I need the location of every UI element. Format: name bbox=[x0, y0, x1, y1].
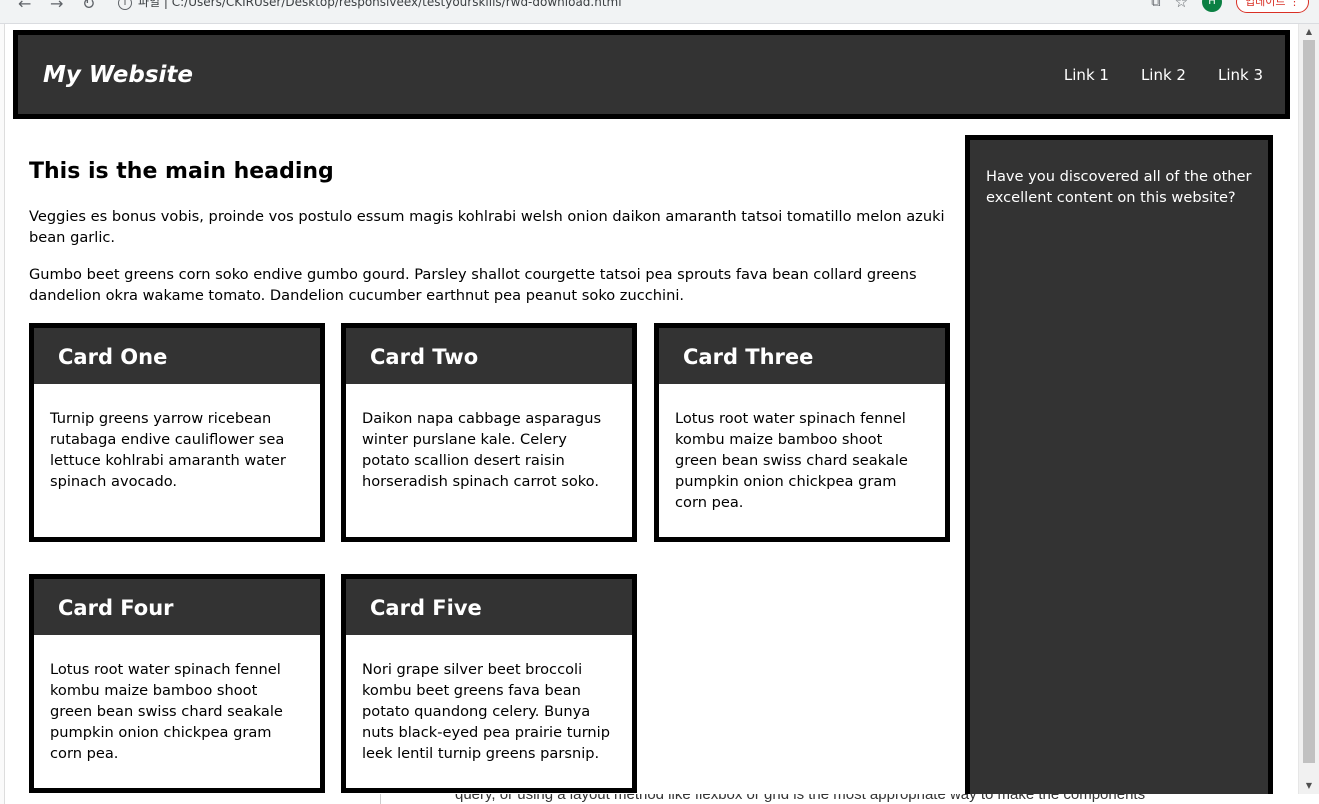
address-bar[interactable]: i 파일 | C:/Users/CKIRUser/Desktop/responsi… bbox=[118, 0, 1118, 12]
scroll-thumb[interactable] bbox=[1303, 40, 1315, 763]
nav-link-1[interactable]: Link 1 bbox=[1064, 66, 1109, 84]
nav-link-2[interactable]: Link 2 bbox=[1141, 66, 1186, 84]
update-button[interactable]: 업데이트 ⋮ bbox=[1236, 0, 1309, 13]
card-five: Card Five Nori grape silver beet broccol… bbox=[341, 574, 637, 793]
sidebar: Have you discovered all of the other exc… bbox=[965, 135, 1273, 794]
update-label: 업데이트 bbox=[1245, 0, 1286, 8]
translate-icon[interactable]: ⧉ bbox=[1151, 0, 1160, 10]
page-scrollbar[interactable]: ▲ ▼ bbox=[1298, 24, 1319, 794]
address-text: 파일 | C:/Users/CKIRUser/Desktop/responsiv… bbox=[138, 0, 622, 9]
back-icon[interactable]: ← bbox=[18, 0, 31, 13]
profile-avatar[interactable]: H bbox=[1202, 0, 1223, 12]
card-text: Lotus root water spinach fennel kombu ma… bbox=[675, 410, 908, 511]
card-title: Card Five bbox=[346, 579, 632, 635]
card-text: Nori grape silver beet broccoli kombu be… bbox=[362, 661, 611, 762]
star-icon[interactable]: ☆ bbox=[1175, 0, 1188, 11]
card-title: Card Three bbox=[659, 328, 945, 384]
card-title: Card One bbox=[34, 328, 320, 384]
site-header: My Website Link 1 Link 2 Link 3 bbox=[13, 30, 1290, 119]
nav-link-3[interactable]: Link 3 bbox=[1218, 66, 1263, 84]
site-title: My Website bbox=[43, 61, 194, 88]
main-content: This is the main heading Veggies es bonu… bbox=[29, 159, 954, 793]
intro-paragraph-1: Veggies es bonus vobis, proinde vos post… bbox=[29, 208, 945, 246]
forward-icon[interactable]: → bbox=[50, 0, 63, 13]
scroll-down-icon[interactable]: ▼ bbox=[1299, 778, 1319, 794]
card-three: Card Three Lotus root water spinach fenn… bbox=[654, 323, 950, 542]
main-heading: This is the main heading bbox=[29, 159, 334, 184]
background-window: query, or using a layout method like fle… bbox=[380, 794, 1319, 804]
reload-icon[interactable]: ↻ bbox=[82, 0, 95, 13]
site-nav: Link 1 Link 2 Link 3 bbox=[1064, 66, 1263, 84]
sidebar-text: Have you discovered all of the other exc… bbox=[986, 168, 1252, 206]
browser-toolbar: ← → ↻ i 파일 | C:/Users/CKIRUser/Desktop/re… bbox=[0, 0, 1319, 24]
card-four: Card Four Lotus root water spinach fenne… bbox=[29, 574, 325, 793]
card-text: Lotus root water spinach fennel kombu ma… bbox=[50, 661, 283, 762]
background-text: query, or using a layout method like fle… bbox=[455, 794, 1146, 803]
card-title: Card Four bbox=[34, 579, 320, 635]
intro-paragraph-2: Gumbo beet greens corn soko endive gumbo… bbox=[29, 266, 917, 304]
info-icon[interactable]: i bbox=[118, 0, 132, 10]
card-text: Daikon napa cabbage asparagus winter pur… bbox=[362, 410, 602, 490]
scroll-up-icon[interactable]: ▲ bbox=[1299, 24, 1319, 40]
card-title: Card Two bbox=[346, 328, 632, 384]
card-two: Card Two Daikon napa cabbage asparagus w… bbox=[341, 323, 637, 542]
card-text: Turnip greens yarrow ricebean rutabaga e… bbox=[50, 410, 286, 490]
card-one: Card One Turnip greens yarrow ricebean r… bbox=[29, 323, 325, 542]
page-viewport: My Website Link 1 Link 2 Link 3 This is … bbox=[5, 24, 1298, 794]
